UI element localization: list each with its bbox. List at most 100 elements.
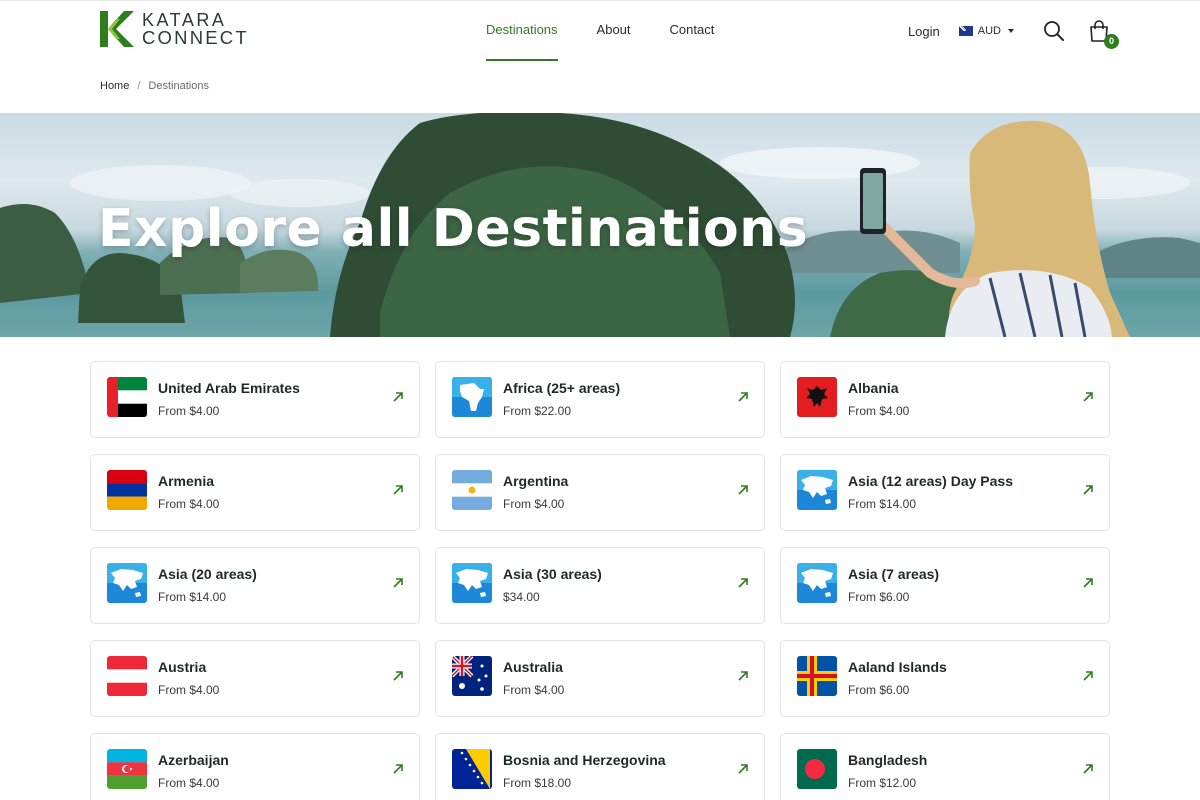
asia-region-icon	[797, 563, 837, 603]
cart-button[interactable]: 0	[1088, 19, 1119, 49]
destination-price: From $4.00	[848, 404, 910, 418]
aaland-flag-icon	[797, 656, 837, 696]
destination-name: Albania	[848, 380, 899, 396]
arrow-up-right-icon	[738, 392, 748, 402]
destination-price: From $6.00	[848, 590, 910, 604]
destination-card[interactable]: Armenia From $4.00	[90, 454, 420, 531]
destination-price: From $4.00	[158, 497, 220, 511]
destination-price: From $4.00	[503, 497, 565, 511]
arrow-up-right-icon	[738, 485, 748, 495]
breadcrumb-current: Destinations	[148, 80, 209, 92]
destination-name: Argentina	[503, 473, 569, 489]
albania-flag-icon	[797, 377, 837, 417]
currency-label: AUD	[977, 25, 1001, 37]
arrow-up-right-icon	[393, 764, 403, 774]
bangladesh-flag-icon	[797, 749, 837, 789]
destination-name: Australia	[503, 659, 563, 675]
hero-banner: Explore all Destinations	[0, 113, 1200, 337]
destination-card[interactable]: United Arab Emirates From $4.00	[90, 361, 420, 438]
azerbaijan-flag-icon	[107, 749, 147, 789]
currency-selector[interactable]: AUD	[958, 25, 1014, 37]
destination-price: From $22.00	[503, 404, 572, 418]
nav-contact[interactable]: Contact	[670, 1, 715, 61]
destination-price: From $14.00	[848, 497, 917, 511]
destination-name: Armenia	[158, 473, 215, 489]
arrow-up-right-icon	[1083, 485, 1093, 495]
search-icon[interactable]	[1042, 19, 1066, 43]
breadcrumb-separator: /	[137, 80, 141, 92]
destination-price: From $4.00	[158, 776, 220, 790]
destination-card[interactable]: Azerbaijan From $4.00	[90, 733, 420, 800]
asia-region-icon	[452, 563, 492, 603]
arrow-up-right-icon	[1083, 392, 1093, 402]
nav-about[interactable]: About	[597, 1, 631, 61]
destination-name: Azerbaijan	[158, 752, 229, 768]
arrow-up-right-icon	[393, 578, 403, 588]
arrow-up-right-icon	[393, 392, 403, 402]
destination-price: $34.00	[503, 590, 540, 604]
destination-name: Asia (7 areas)	[848, 566, 940, 582]
arrow-up-right-icon	[1083, 578, 1093, 588]
destination-card[interactable]: Argentina From $4.00	[435, 454, 765, 531]
arrow-up-right-icon	[393, 485, 403, 495]
australia-flag-icon	[452, 656, 492, 696]
destination-price: From $4.00	[503, 683, 565, 697]
arrow-up-right-icon	[393, 671, 403, 681]
destination-name: Asia (12 areas) Day Pass	[848, 473, 1013, 489]
argentina-flag-icon	[452, 470, 492, 510]
destination-name: Austria	[158, 659, 207, 675]
destination-price: From $14.00	[158, 590, 227, 604]
destination-card[interactable]: Africa (25+ areas) From $22.00	[435, 361, 765, 438]
australia-flag-icon	[958, 26, 973, 36]
breadcrumb: Home / Destinations	[100, 80, 209, 92]
page-title: Explore all Destinations	[98, 199, 809, 259]
destination-name: Africa (25+ areas)	[503, 380, 621, 396]
austria-flag-icon	[107, 656, 147, 696]
destination-name: United Arab Emirates	[158, 380, 300, 396]
arrow-up-right-icon	[738, 671, 748, 681]
logo-mark-icon	[100, 11, 134, 47]
destination-price: From $18.00	[503, 776, 572, 790]
destination-price: From $4.00	[158, 404, 220, 418]
destination-card[interactable]: Bosnia and Herzegovina From $18.00	[435, 733, 765, 800]
destination-card[interactable]: Albania From $4.00	[780, 361, 1110, 438]
nav-destinations[interactable]: Destinations	[486, 1, 558, 61]
katara-connect-logo[interactable]: KATARA CONNECT	[100, 11, 249, 47]
uae-flag-icon	[107, 377, 147, 417]
destination-card[interactable]: Aaland Islands From $6.00	[780, 640, 1110, 717]
destination-card[interactable]: Asia (30 areas) $34.00	[435, 547, 765, 624]
destination-price: From $12.00	[848, 776, 917, 790]
destinations-grid: United Arab Emirates From $4.00 Africa (…	[90, 361, 1110, 800]
arrow-up-right-icon	[738, 578, 748, 588]
logo-line-2: CONNECT	[142, 27, 249, 48]
destination-name: Bosnia and Herzegovina	[503, 752, 666, 768]
destination-card[interactable]: Asia (7 areas) From $6.00	[780, 547, 1110, 624]
arrow-up-right-icon	[1083, 671, 1093, 681]
destination-card[interactable]: Austria From $4.00	[90, 640, 420, 717]
destination-name: Asia (30 areas)	[503, 566, 602, 582]
login-link[interactable]: Login	[908, 24, 940, 39]
site-header: KATARA CONNECT Destinations About Contac…	[0, 0, 1200, 62]
destination-name: Aaland Islands	[848, 659, 947, 675]
cart-count-badge: 0	[1104, 34, 1119, 49]
destination-price: From $6.00	[848, 683, 910, 697]
bosnia-flag-icon	[452, 749, 492, 789]
header-actions: Login AUD 0	[908, 17, 1119, 49]
arrow-up-right-icon	[738, 764, 748, 774]
logo-wordmark: KATARA CONNECT	[142, 11, 249, 48]
africa-region-icon	[452, 377, 492, 417]
arrow-up-right-icon	[1083, 764, 1093, 774]
armenia-flag-icon	[107, 470, 147, 510]
destination-card[interactable]: Bangladesh From $12.00	[780, 733, 1110, 800]
destination-card[interactable]: Asia (20 areas) From $14.00	[90, 547, 420, 624]
destination-name: Bangladesh	[848, 752, 928, 768]
destination-card[interactable]: Asia (12 areas) Day Pass From $14.00	[780, 454, 1110, 531]
main-nav: Destinations About Contact	[486, 1, 714, 61]
asia-region-icon	[107, 563, 147, 603]
destination-name: Asia (20 areas)	[158, 566, 257, 582]
chevron-down-icon	[1008, 29, 1014, 33]
breadcrumb-home[interactable]: Home	[100, 80, 129, 92]
asia-region-icon	[797, 470, 837, 510]
destination-price: From $4.00	[158, 683, 220, 697]
destination-card[interactable]: Australia From $4.00	[435, 640, 765, 717]
